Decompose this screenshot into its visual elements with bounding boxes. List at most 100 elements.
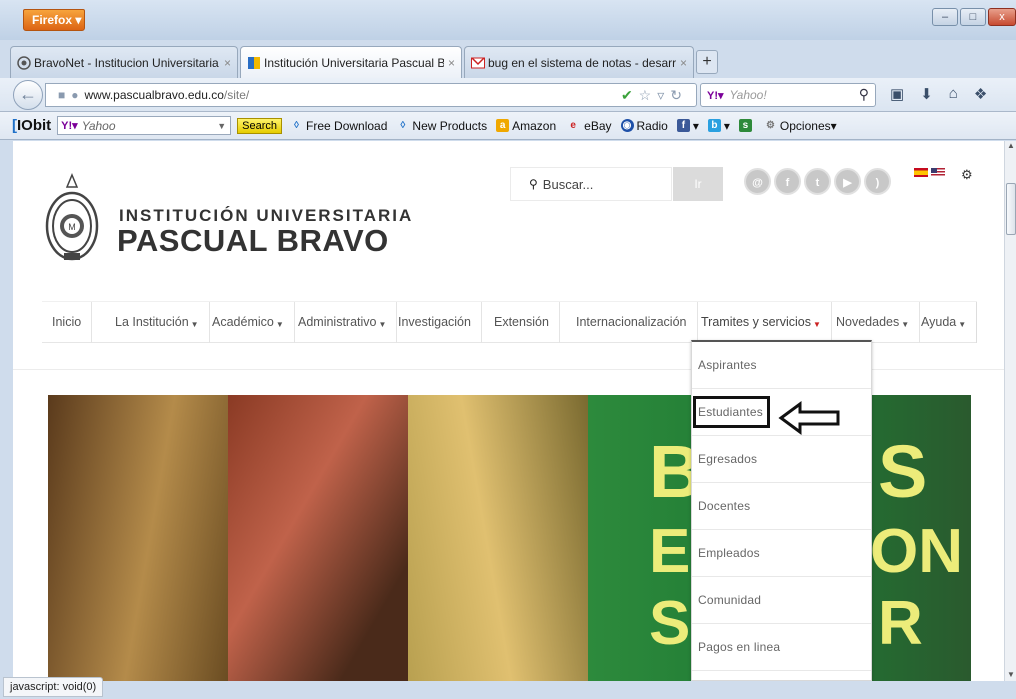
bookmark-free-download[interactable]: ◊ Free Download [290, 119, 387, 133]
home-icon[interactable]: ⌂ [949, 85, 958, 103]
dropdown-item-pagos-en-linea[interactable]: Pagos en linea [692, 624, 871, 671]
email-icon[interactable]: @ [744, 168, 771, 195]
facebook-icon[interactable]: f ▾ [676, 119, 699, 133]
menu-label: Investigación [398, 315, 471, 329]
menu-item-investigacion[interactable]: Investigación [388, 302, 482, 343]
facebook-icon[interactable]: f [774, 168, 801, 195]
reload-icon[interactable]: ↻ [670, 87, 688, 103]
bookmark-amazon[interactable]: a Amazon [496, 119, 556, 133]
new-tab-button[interactable]: + [696, 50, 718, 74]
tab-pascual-bravo[interactable]: Institución Universitaria Pascual Bravo … [240, 46, 462, 78]
menu-item-internacionalizacion[interactable]: Internacionalización [566, 302, 698, 343]
site-favicon-icon [247, 56, 261, 70]
menu-item-inicio[interactable]: Inicio [42, 302, 93, 343]
search-icon[interactable]: ⚲ [859, 86, 869, 103]
menu-item-la-institucion[interactable]: La Institución ▼ [105, 302, 210, 343]
firefox-menu-button[interactable]: Firefox ▾ [23, 9, 85, 31]
web-content: M INSTITUCIÓN UNIVERSITARIA PASCUAL BRAV… [13, 141, 1004, 681]
caret-icon: ▼ [275, 320, 284, 329]
bravonet-favicon-icon [17, 55, 31, 70]
window-bottom-border [0, 681, 1016, 699]
bookmark-label: Radio [636, 118, 668, 133]
globe-icon: ● [71, 88, 79, 102]
yahoo-search-select[interactable]: Y!▾ Yahoo ▼ [57, 116, 232, 135]
menu-item-administrativo[interactable]: Administrativo ▼ [288, 302, 398, 343]
bookmark-green-icon[interactable]: s [738, 119, 755, 132]
menu-label: Internacionalización [576, 315, 687, 329]
dropdown-item-aspirantes[interactable]: Aspirantes [692, 342, 871, 389]
back-arrow-icon[interactable]: ← [13, 80, 43, 110]
bookmarks-menu-icon[interactable]: ▣ [890, 85, 904, 103]
svg-text:M: M [68, 222, 76, 232]
minimize-button[interactable]: – [932, 8, 958, 26]
window-controls: – □ x [932, 8, 1016, 26]
english-flag-icon[interactable] [931, 168, 945, 177]
opciones-menu[interactable]: ⚙ Opciones ▾ [764, 119, 837, 133]
tramites-dropdown: Aspirantes Estudiantes Egresados Docente… [691, 340, 872, 681]
facebook-logo: f [676, 119, 690, 132]
url-text: www.pascualbravo.edu.co/site/ [85, 88, 250, 102]
vertical-scrollbar[interactable]: ▲ ▼ [1004, 141, 1016, 681]
chevron-down-icon: ▼ [217, 120, 227, 131]
yahoo-select-value: Yahoo [81, 118, 116, 133]
tab-strip: BravoNet - Institucion Universitaria P..… [0, 40, 1016, 78]
bookmark-ebay[interactable]: e eBay [565, 119, 611, 133]
menu-item-academico[interactable]: Académico ▼ [202, 302, 295, 343]
addon-icon[interactable]: ❖ [974, 85, 987, 103]
iobit-logo[interactable]: [IObit [12, 117, 51, 134]
caret-icon: ▼ [378, 320, 387, 329]
tab-title: BravoNet - Institucion Universitaria P..… [34, 55, 220, 70]
scrollbar-thumb[interactable] [1006, 183, 1016, 235]
verified-check-icon[interactable]: ✔ [621, 87, 639, 103]
bookmark-new-products[interactable]: ◊ New Products [396, 119, 487, 133]
maximize-button[interactable]: □ [960, 8, 986, 26]
tab-gmail-bug[interactable]: bug en el sistema de notas - desarroll..… [464, 46, 694, 78]
scroll-down-arrow-icon[interactable]: ▼ [1007, 670, 1015, 679]
menu-item-ayuda[interactable]: Ayuda ▼ [911, 302, 978, 343]
bookmark-label: New Products [412, 118, 488, 133]
rss-icon[interactable]: ) [864, 168, 891, 195]
site-search-button[interactable]: Ir [673, 167, 723, 201]
dropdown-arrow-icon[interactable]: ▿ [657, 87, 670, 103]
menu-label: Inicio [52, 315, 82, 329]
tab-close-icon[interactable]: × [224, 56, 231, 70]
twitter-icon[interactable]: t [804, 168, 831, 195]
dropdown-item-comunidad[interactable]: Comunidad [692, 577, 871, 624]
sitemap-icon[interactable]: ⚙ [961, 167, 973, 183]
gear-icon: ⚙ [765, 120, 775, 131]
site-search-input[interactable]: ⚲ Buscar... [510, 167, 672, 201]
institution-seal-icon: M [45, 173, 99, 261]
toolbar-search-button[interactable]: Search [237, 117, 283, 134]
blue-b-icon: b [707, 119, 721, 132]
youtube-icon[interactable]: ▶ [834, 168, 861, 195]
bookmark-radio[interactable]: ◉ Radio [620, 118, 668, 133]
spanish-flag-icon[interactable] [914, 168, 928, 177]
dropdown-label: Empleados [698, 546, 760, 560]
scroll-up-arrow-icon[interactable]: ▲ [1007, 141, 1015, 150]
close-window-button[interactable]: x [988, 8, 1016, 26]
star-bookmark-icon[interactable]: ☆ [639, 87, 658, 103]
dropdown-label: Egresados [698, 452, 758, 466]
menu-item-extension[interactable]: Extensión [484, 302, 560, 343]
bookmark-label: Free Download [306, 118, 388, 133]
menu-item-tramites-y-servicios[interactable]: Tramites y servicios ▼ [691, 302, 832, 343]
menu-label: La Institución [115, 315, 189, 329]
download-icon[interactable]: ⬇ [920, 85, 933, 103]
url-bar[interactable]: ■ ● www.pascualbravo.edu.co/site/ ✔☆▿↻ [45, 83, 697, 107]
yahoo-engine-icon[interactable]: Y!▾ [707, 89, 724, 102]
dropdown-item-docentes[interactable]: Docentes [692, 483, 871, 530]
browser-search-bar[interactable]: Y!▾ Yahoo! ⚲ [700, 83, 876, 107]
dropdown-label: Pagos en linea [698, 640, 781, 654]
dropdown-item-egresados[interactable]: Egresados [692, 436, 871, 483]
tab-close-icon[interactable]: × [680, 56, 687, 70]
caret-icon: ▼ [958, 320, 967, 329]
hero-text-on: ON [870, 517, 963, 586]
dropdown-item-empleados[interactable]: Empleados [692, 530, 871, 577]
menu-label: Ayuda [921, 315, 957, 329]
hero-photo-3 [408, 395, 588, 681]
tab-bravonet[interactable]: BravoNet - Institucion Universitaria P..… [10, 46, 238, 78]
bookmark-b-icon[interactable]: b ▾ [707, 119, 730, 133]
tab-close-icon[interactable]: × [448, 56, 455, 70]
menu-item-novedades[interactable]: Novedades ▼ [826, 302, 921, 343]
gmail-icon [471, 56, 485, 70]
